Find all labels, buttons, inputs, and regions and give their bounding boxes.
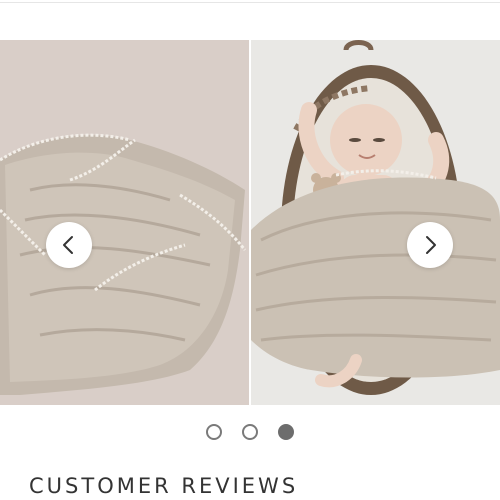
carousel-slide-swaddle[interactable] bbox=[0, 40, 249, 405]
pagination-dot-3-active[interactable] bbox=[278, 424, 294, 440]
image-carousel[interactable] bbox=[0, 40, 500, 405]
chevron-right-icon bbox=[426, 236, 436, 254]
carousel-next-button[interactable] bbox=[407, 222, 453, 268]
baby-basket-image bbox=[251, 40, 500, 405]
pagination-dot-2[interactable] bbox=[242, 424, 258, 440]
product-gallery-page: CUSTOMER REVIEWS bbox=[0, 0, 500, 500]
chevron-left-icon bbox=[63, 236, 73, 254]
carousel-pagination bbox=[0, 424, 500, 442]
pagination-dot-1[interactable] bbox=[206, 424, 222, 440]
carousel-prev-button[interactable] bbox=[46, 222, 92, 268]
swaddle-image bbox=[0, 40, 249, 405]
top-divider bbox=[0, 2, 500, 3]
carousel-slide-baby-basket[interactable] bbox=[251, 40, 500, 405]
customer-reviews-heading: CUSTOMER REVIEWS bbox=[29, 474, 299, 498]
